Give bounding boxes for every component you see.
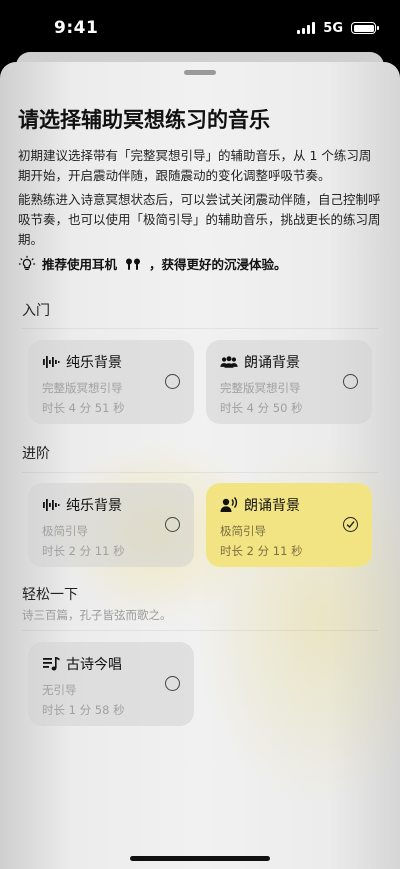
card-beginner-pure-music[interactable]: 纯乐背景 完整版冥想引导 时长 4 分 51 秒 [28, 340, 194, 424]
card-header: 朗诵背景 [220, 495, 300, 515]
intro-paragraph-1: 初期建议选择带有「完整冥想引导」的辅助音乐，从 1 个练习周期开始，开启震动伴随… [18, 148, 372, 183]
card-advanced-recitation[interactable]: 朗诵背景 极简引导 时长 2 分 11 秒 [206, 483, 372, 567]
card-relax-ancient-poem-song[interactable]: 古诗今唱 无引导 时长 1 分 58 秒 [28, 642, 194, 726]
card-guide-type: 完整版冥想引导 [220, 381, 301, 395]
card-title: 古诗今唱 [66, 657, 122, 673]
home-indicator [130, 856, 270, 861]
card-duration: 时长 4 分 51 秒 [42, 401, 125, 415]
tip-text-after: ，获得更好的沉浸体验。 [149, 257, 287, 272]
card-duration: 时长 2 分 11 秒 [42, 544, 125, 558]
card-guide-type: 无引导 [42, 683, 77, 697]
status-icons: 5G [297, 20, 379, 36]
section-divider [22, 328, 378, 329]
card-advanced-pure-music[interactable]: 纯乐背景 极简引导 时长 2 分 11 秒 [28, 483, 194, 567]
card-title: 朗诵背景 [244, 355, 300, 371]
sheet-grabber[interactable] [184, 70, 216, 75]
card-duration: 时长 4 分 50 秒 [220, 401, 303, 415]
section-label-relax: 轻松一下 [22, 587, 78, 603]
people-icon [220, 356, 238, 368]
earbuds-icon [126, 258, 141, 270]
card-title: 纯乐背景 [66, 498, 122, 514]
waveform-icon [43, 356, 60, 368]
music-list-icon [43, 657, 60, 671]
speaker-person-icon [220, 497, 238, 512]
cellular-signal-icon [297, 22, 316, 34]
section-subtitle-relax: 诗三百篇，孔子皆弦而歌之。 [22, 608, 172, 622]
card-guide-type: 完整版冥想引导 [42, 381, 123, 395]
card-title: 纯乐背景 [66, 355, 122, 371]
card-title: 朗诵背景 [244, 498, 300, 514]
music-selection-sheet: 请选择辅助冥想练习的音乐 初期建议选择带有「完整冥想引导」的辅助音乐，从 1 个… [0, 62, 400, 869]
radio-button[interactable] [165, 374, 180, 389]
intro-paragraph-2: 能熟练进入诗意冥想状态后，可以尝试关闭震动伴随，自己控制呼吸节奏，也可以使用「极… [18, 192, 381, 247]
section-divider [22, 630, 378, 631]
card-beginner-recitation[interactable]: 朗诵背景 完整版冥想引导 时长 4 分 50 秒 [206, 340, 372, 424]
radio-button[interactable] [165, 517, 180, 532]
radio-button[interactable] [343, 374, 358, 389]
card-header: 朗诵背景 [220, 352, 300, 372]
tip-text-before: 推荐使用耳机 [42, 257, 118, 272]
sheet-title: 请选择辅助冥想练习的音乐 [18, 107, 270, 132]
lightbulb-icon [18, 255, 36, 270]
status-bar: 9:41 5G [0, 0, 400, 56]
card-header: 古诗今唱 [42, 654, 122, 674]
card-guide-type: 极简引导 [220, 524, 266, 538]
battery-icon [351, 22, 379, 34]
section-divider [22, 472, 378, 473]
card-guide-type: 极简引导 [42, 524, 88, 538]
waveform-icon [43, 499, 60, 511]
section-label-advanced: 进阶 [22, 446, 50, 462]
radio-button[interactable] [165, 676, 180, 691]
card-duration: 时长 2 分 11 秒 [220, 544, 303, 558]
radio-button-checked[interactable] [343, 517, 358, 532]
network-type: 5G [323, 20, 343, 36]
card-header: 纯乐背景 [42, 495, 122, 515]
section-label-beginner: 入门 [22, 303, 50, 319]
headphone-tip: 推荐使用耳机 ，获得更好的沉浸体验。 [18, 254, 287, 273]
card-duration: 时长 1 分 58 秒 [42, 703, 125, 717]
status-time: 9:41 [54, 18, 99, 38]
checkmark-icon [346, 521, 355, 529]
card-header: 纯乐背景 [42, 352, 122, 372]
